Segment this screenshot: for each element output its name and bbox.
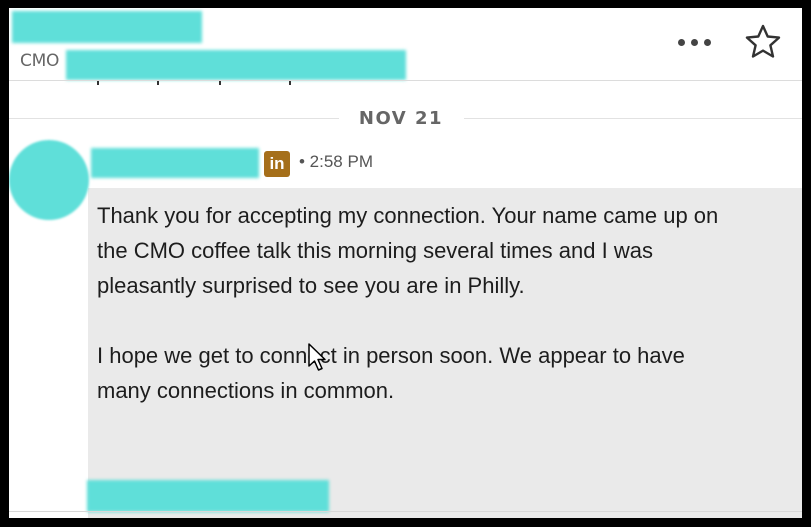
message-paragraph: I hope we get to connect in person soon.… [97, 343, 685, 403]
date-divider-line-left [9, 118, 339, 119]
contact-subtitle: CMO [20, 51, 60, 71]
more-options-button[interactable] [671, 28, 717, 56]
date-divider-label: NOV 21 [358, 108, 444, 129]
previous-message-remnant [9, 81, 802, 91]
sender-avatar[interactable] [9, 140, 89, 220]
messaging-window: CMO NOV 21 in • 2:58 PM Thank you for ac… [9, 8, 802, 518]
date-divider-line-right [464, 118, 802, 119]
more-options-icon [690, 38, 698, 46]
redacted-contact-name[interactable] [12, 11, 202, 43]
mouse-cursor-icon [308, 343, 326, 371]
conversation-header: CMO [9, 8, 802, 80]
star-icon [745, 24, 781, 58]
redacted-signature [87, 480, 329, 512]
message-body: Thank you for accepting my connection. Y… [97, 198, 737, 408]
more-options-icon [677, 38, 685, 46]
star-button[interactable] [743, 22, 783, 62]
more-options-icon [703, 38, 711, 46]
date-divider: NOV 21 [9, 106, 802, 132]
message-paragraph: Thank you for accepting my connection. Y… [97, 203, 719, 298]
message-timestamp: • 2:58 PM [299, 152, 373, 171]
composer-edge [9, 511, 802, 512]
redacted-contact-headline [66, 50, 406, 80]
linkedin-icon: in [264, 151, 290, 177]
redacted-sender-name[interactable] [91, 148, 259, 178]
